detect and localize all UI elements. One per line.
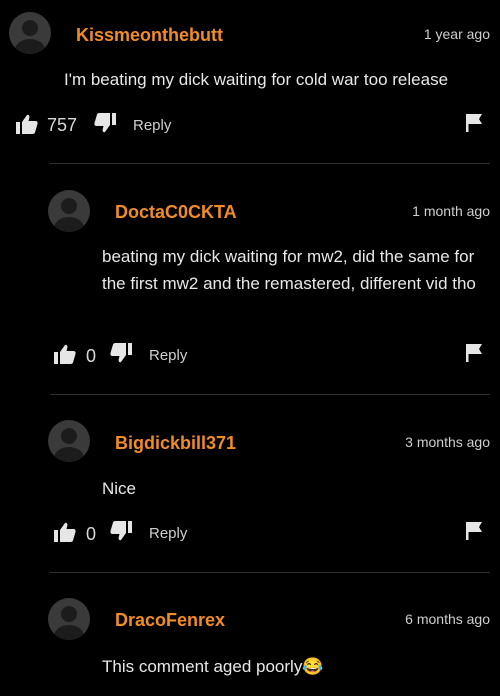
comment-divider <box>50 163 490 164</box>
flag-icon <box>466 114 482 132</box>
user-avatar-icon <box>54 198 84 232</box>
avatar[interactable] <box>48 420 90 462</box>
avatar[interactable] <box>48 190 90 232</box>
thumbs-up-icon <box>16 114 38 134</box>
thumbs-down-icon <box>94 113 116 133</box>
comment-text: This comment aged poorly😂 <box>102 653 490 680</box>
tears-of-joy-emoji: 😂 <box>302 657 324 676</box>
comment-username[interactable]: Bigdickbill371 <box>115 433 236 454</box>
thumbs-up-icon <box>54 344 76 364</box>
like-count: 0 <box>86 346 97 366</box>
comment-timestamp: 6 months ago <box>405 611 490 627</box>
like-count: 0 <box>86 524 97 544</box>
dislike-button[interactable] <box>110 343 132 368</box>
reply-button[interactable]: Reply <box>133 117 171 134</box>
reply-button[interactable]: Reply <box>149 525 187 542</box>
user-avatar-icon <box>15 20 45 54</box>
comment-text-content: This comment aged poorly <box>102 657 303 676</box>
flag-button[interactable] <box>466 522 482 545</box>
comment-text: Nice <box>102 479 137 498</box>
comment-divider <box>50 572 490 573</box>
like-count: 757 <box>47 115 78 135</box>
comment-text: beating my dick waiting for mw2, did the… <box>102 247 476 293</box>
thumbs-up-icon <box>54 522 76 542</box>
like-button[interactable] <box>54 522 76 547</box>
comment-username[interactable]: DracoFenrex <box>115 610 225 631</box>
thumbs-down-icon <box>110 521 132 541</box>
comment-text: I'm beating my dick waiting for cold war… <box>64 70 449 89</box>
flag-button[interactable] <box>466 114 482 137</box>
comment-username[interactable]: DoctaC0CKTA <box>115 202 237 223</box>
user-avatar-icon <box>54 428 84 462</box>
flag-icon <box>466 522 482 540</box>
comment-timestamp: 1 month ago <box>412 203 490 219</box>
comment-username[interactable]: Kissmeonthebutt <box>76 25 223 46</box>
dislike-button[interactable] <box>94 113 116 138</box>
like-button[interactable] <box>54 344 76 369</box>
avatar[interactable] <box>48 598 90 640</box>
avatar[interactable] <box>9 12 51 54</box>
thumbs-down-icon <box>110 343 132 363</box>
user-avatar-icon <box>54 606 84 640</box>
flag-button[interactable] <box>466 344 482 367</box>
comment-divider <box>50 394 490 395</box>
like-button[interactable] <box>16 114 38 139</box>
reply-button[interactable]: Reply <box>149 347 187 364</box>
flag-icon <box>466 344 482 362</box>
comment-timestamp: 1 year ago <box>423 26 490 42</box>
dislike-button[interactable] <box>110 521 132 546</box>
comment-timestamp: 3 months ago <box>405 434 490 450</box>
